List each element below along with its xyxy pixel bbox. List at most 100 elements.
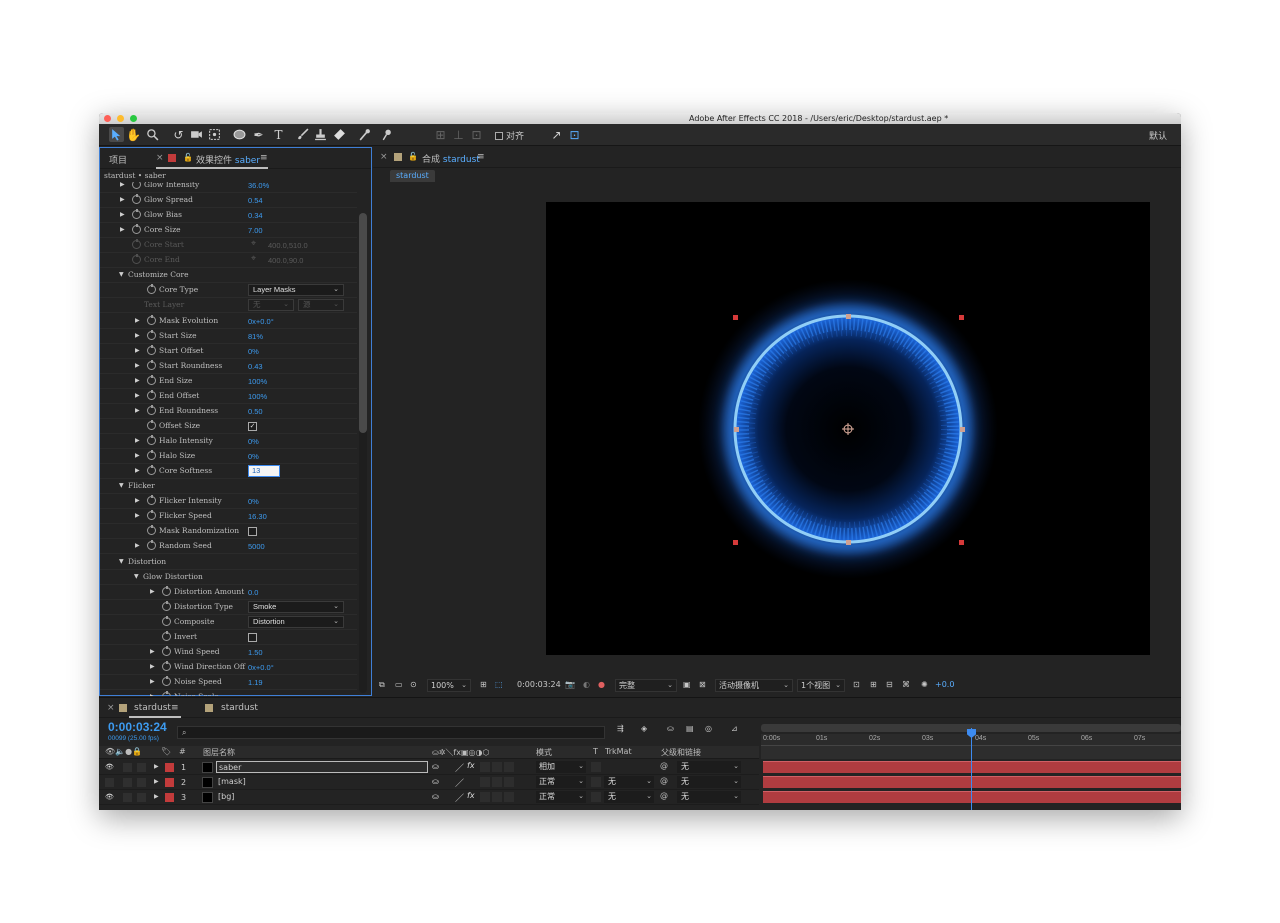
property-row[interactable]: ▼ Flicker [100,479,357,495]
roto-brush-tool-icon[interactable] [357,127,372,142]
solo-toggle[interactable] [137,763,146,772]
layer-row[interactable]: 👁 ▶ 1 saber ⛀ ／ fx 相加 ⌄ @ 无 ⌄ [99,760,759,775]
stopwatch-icon[interactable] [147,450,156,461]
channel-icon[interactable]: ● [598,680,605,689]
brush-tool-icon[interactable] [295,127,310,142]
property-row[interactable]: ▼ Customize Core [100,268,357,284]
collapse-arrow-icon[interactable]: ▼ [134,573,139,580]
exposure-value[interactable]: +0.0 [935,680,954,689]
expand-arrow-icon[interactable]: ▶ [150,693,155,696]
trkmat-dropdown[interactable]: 无 ⌄ [604,776,654,788]
property-value[interactable]: 36.0% [248,182,269,190]
expand-arrow-icon[interactable]: ▶ [135,317,140,324]
fx-icon[interactable]: fx [467,791,475,800]
blend-mode-dropdown[interactable]: 正常 ⌄ [536,776,586,788]
comp-breadcrumb-tab[interactable]: stardust [390,170,435,182]
property-value[interactable]: 1.50 [248,648,263,657]
property-row[interactable]: Offset Size ✓ [100,419,357,434]
stopwatch-icon[interactable] [147,540,156,551]
property-value[interactable]: 0x+0.0° [248,317,274,326]
property-row[interactable]: ▶ Noise Speed 1.19 [100,675,357,690]
expand-arrow-icon[interactable]: ▶ [150,678,155,685]
property-row[interactable]: ▶ Noise Scale [100,690,357,696]
stopwatch-icon[interactable] [147,314,156,325]
property-row[interactable]: ▶ Glow Bias 0.34 [100,208,357,224]
property-row[interactable]: ▶ Wind Speed 1.50 [100,645,357,660]
rotate-tool-icon[interactable]: ↺ [171,127,186,142]
property-row[interactable]: ▶ End Roundness 0.50 [100,404,357,419]
property-row[interactable]: ▶ Core Size 7.00 [100,223,357,239]
draft-3d-icon[interactable]: ◈ [641,724,647,733]
property-row[interactable]: ▶ Core Softness 13 [100,464,357,480]
property-value[interactable]: 0.43 [248,362,263,371]
layer-duration-bar[interactable] [763,761,1181,773]
property-value[interactable]: 1.19 [248,678,263,687]
property-row[interactable]: ▼ Distortion [100,555,357,570]
property-value-input[interactable]: 13 [248,465,280,478]
parent-dropdown[interactable]: 无 ⌄ [677,761,741,773]
property-value[interactable]: 7.00 [248,226,263,235]
snap-options-icon[interactable]: ⊡ [567,127,582,142]
collapse-arrow-icon[interactable]: ▼ [119,558,124,565]
expand-arrow-icon[interactable]: ▶ [135,347,140,354]
tab-composition[interactable]: 合成 stardust [422,152,480,165]
align-checkbox-box[interactable] [495,131,503,140]
pen-tool-icon[interactable]: ✒ [251,127,266,142]
property-group-name[interactable]: Flicker [128,481,155,490]
stopwatch-icon[interactable] [132,209,141,220]
pick-whip-icon[interactable]: @ [660,791,668,800]
region-icon[interactable]: ⬚ [495,680,503,689]
property-value[interactable]: 0.34 [248,211,263,220]
property-checkbox[interactable] [248,527,257,537]
selection-tool-icon[interactable] [109,127,124,142]
property-value[interactable]: 100% [248,392,267,401]
property-row[interactable]: ▶ Start Roundness 0.43 [100,359,357,374]
property-row[interactable]: Core Type Layer Masks ⌄ [100,283,357,299]
trkmat-dropdown[interactable]: 无 ⌄ [604,791,654,803]
property-value[interactable]: 81% [248,332,263,341]
preserve-transparency-toggle[interactable] [591,792,601,802]
local-axis-icon[interactable]: ⊞ [433,127,448,142]
property-value[interactable]: 0% [248,347,259,356]
current-time[interactable]: 0:00:03:24 [108,720,167,734]
resolution-dropdown[interactable]: 完整 ⌄ [615,679,677,692]
property-row[interactable]: ▶ End Size 100% [100,374,357,389]
stopwatch-icon[interactable] [162,645,171,656]
property-row[interactable]: Invert [100,630,357,645]
layer-row[interactable]: ▶ 2 [mask] ⛀ ／ 正常 ⌄ 无 ⌄ @ 无 ⌄ [99,775,759,790]
scrollbar[interactable] [359,213,367,693]
eraser-tool-icon[interactable] [332,127,347,142]
property-dropdown[interactable]: Smoke ⌄ [248,600,344,613]
fx-icon[interactable]: fx [467,761,475,770]
property-row[interactable]: Mask Randomization [100,524,357,540]
property-row[interactable]: Composite Distortion ⌄ [100,615,357,630]
layer-name[interactable]: saber [216,761,428,773]
close-tab-icon[interactable]: × [380,152,388,162]
visibility-eye-icon[interactable]: 👁 [105,763,114,771]
property-row[interactable]: ▶ Mask Evolution 0x+0.0° [100,314,357,329]
hand-tool-icon[interactable]: ✋ [126,127,141,142]
comp-flowchart-icon[interactable]: ⊟ [886,680,893,689]
stopwatch-icon[interactable] [147,435,156,446]
property-group-name[interactable]: Distortion [128,557,166,566]
type-tool-icon[interactable]: T [271,127,286,142]
property-group-name[interactable]: Customize Core [128,270,189,279]
timecode[interactable]: 0:00:03:24 [517,680,561,689]
always-preview-icon[interactable]: ⧉ [379,680,385,690]
stopwatch-icon[interactable] [147,284,156,295]
expand-arrow-icon[interactable]: ▶ [135,332,140,339]
toggle-icon[interactable]: ⊡ [853,680,860,689]
quality-icon[interactable]: ／ [455,776,464,789]
quality-icon[interactable]: ／ [455,791,464,804]
stopwatch-icon[interactable] [162,691,171,696]
parent-dropdown[interactable]: 无 ⌄ [677,791,741,803]
stopwatch-icon[interactable] [147,419,156,430]
property-value[interactable]: 400.0,90.0 [268,256,303,265]
stopwatch-icon[interactable] [147,510,156,521]
stopwatch-icon[interactable] [147,404,156,415]
layer-duration-bar[interactable] [763,791,1181,803]
shy-layers-icon[interactable]: ⛀ [667,724,674,733]
property-value[interactable]: 0% [248,497,259,506]
property-row[interactable]: Core End ⌖ 400.0,90.0 [100,253,357,269]
property-value[interactable]: 0% [248,437,259,446]
